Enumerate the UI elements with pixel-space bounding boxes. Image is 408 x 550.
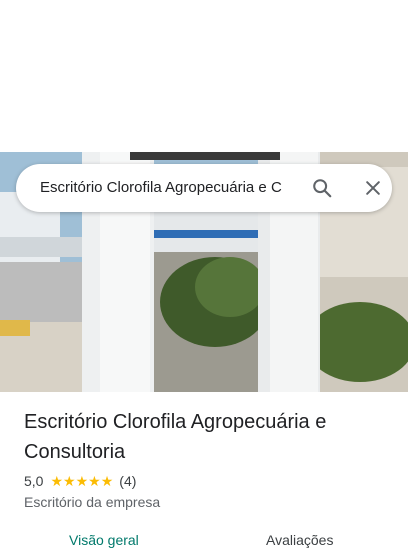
place-category: Escritório da empresa [24,494,161,510]
review-count[interactable]: (4) [119,473,136,489]
tab-reviews[interactable]: Avaliações [266,530,333,550]
rating-stars: ★ ★ ★ ★ ★ [50,474,113,488]
search-icon[interactable] [306,172,338,204]
map-blank-area [0,0,408,152]
search-input[interactable]: Escritório Clorofila Agropecuária e C [40,178,302,198]
star-icon: ★ [50,473,64,489]
rating-value: 5,0 [24,473,44,489]
star-icon: ★ [100,473,114,489]
star-icon: ★ [63,473,76,489]
place-title: Escritório Clorofila Agropecuária e Cons… [24,411,327,463]
rating-row: 5,0 ★ ★ ★ ★ ★ (4) [24,471,136,491]
star-icon: ★ [75,473,89,489]
star-icon: ★ [88,473,101,489]
tab-overview[interactable]: Visão geral [69,530,139,550]
search-bar[interactable]: Escritório Clorofila Agropecuária e C [16,164,392,212]
close-icon[interactable] [357,172,389,204]
